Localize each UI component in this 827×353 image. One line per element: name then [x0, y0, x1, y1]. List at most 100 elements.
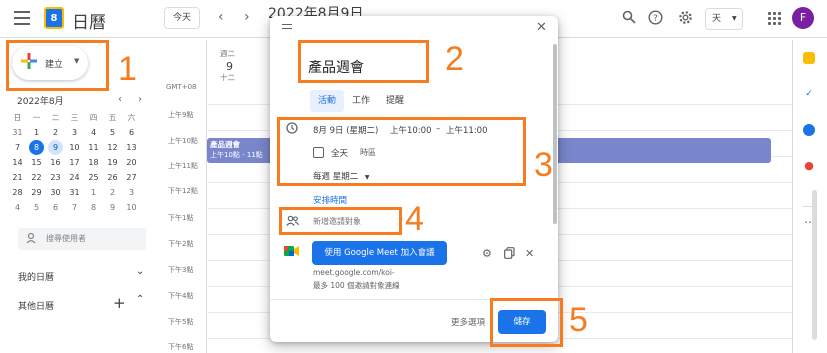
mini-day[interactable]: 2 [46, 125, 65, 140]
help-icon[interactable]: ? [647, 10, 663, 26]
chevron-down-icon[interactable]: ⌄ [136, 266, 144, 277]
mini-next-month-button[interactable]: › [138, 94, 142, 105]
mini-day[interactable]: 26 [103, 170, 122, 185]
mini-day[interactable]: 1 [84, 185, 103, 200]
mini-day[interactable]: 23 [46, 170, 65, 185]
view-selector[interactable]: 天 ▼ [705, 8, 743, 30]
mini-day[interactable]: 11 [84, 140, 103, 155]
main-menu-icon[interactable] [14, 11, 30, 25]
mini-day[interactable]: 5 [27, 200, 46, 215]
meet-link[interactable]: meet.google.com/koi- [313, 268, 395, 277]
mini-day[interactable]: 9 [103, 200, 122, 215]
mini-day[interactable]: 3 [122, 185, 141, 200]
mini-day[interactable]: 5 [103, 125, 122, 140]
google-meet-button[interactable]: 使用 Google Meet 加入會議 [312, 241, 447, 265]
mini-day[interactable]: 24 [65, 170, 84, 185]
mini-day[interactable]: 4 [84, 125, 103, 140]
drag-handle-icon[interactable] [282, 24, 292, 32]
mini-day[interactable]: 14 [8, 155, 27, 170]
calendar-logo-icon: 8 [44, 7, 64, 29]
mini-calendar-month: 2022年8月 [17, 97, 64, 107]
mini-day-today[interactable]: 8 [29, 140, 44, 155]
mini-day[interactable]: 18 [84, 155, 103, 170]
search-people-input[interactable]: 搜尋使用者 [18, 228, 146, 250]
side-panel-rail [792, 40, 827, 353]
mini-prev-month-button[interactable]: ‹ [118, 94, 122, 105]
mini-day[interactable]: 13 [122, 140, 141, 155]
copy-icon[interactable] [504, 247, 515, 262]
mini-day[interactable]: 15 [27, 155, 46, 170]
add-calendar-plus-icon[interactable]: + [113, 294, 126, 312]
mini-day[interactable]: 1 [27, 125, 46, 140]
chevron-up-icon[interactable]: ⌃ [136, 294, 144, 305]
tab-task[interactable]: 工作 [344, 90, 378, 112]
mini-day[interactable]: 27 [122, 170, 141, 185]
mini-day[interactable]: 22 [27, 170, 46, 185]
next-day-button[interactable]: › [244, 9, 250, 25]
mini-day[interactable]: 29 [27, 185, 46, 200]
time-label: 下午4點 [168, 292, 194, 300]
mini-day[interactable]: 20 [122, 155, 141, 170]
mini-day[interactable]: 25 [84, 170, 103, 185]
mini-day[interactable]: 7 [65, 200, 84, 215]
mini-day[interactable]: 30 [46, 185, 65, 200]
search-icon[interactable] [621, 10, 637, 26]
people-icon [26, 228, 38, 259]
meet-capacity-text: 最多 100 個邀請對象連線 [313, 281, 400, 290]
maps-icon[interactable]: ● [803, 160, 815, 172]
mini-day[interactable]: 10 [122, 200, 141, 215]
find-time-link[interactable]: 安排時間 [313, 194, 347, 206]
mini-day[interactable]: 6 [46, 200, 65, 215]
mini-day[interactable]: 21 [8, 170, 27, 185]
mini-day-selected[interactable]: 9 [48, 140, 63, 155]
mini-day[interactable]: 8 [84, 200, 103, 215]
search-people-placeholder: 搜尋使用者 [46, 234, 86, 243]
keep-icon[interactable] [803, 52, 815, 64]
annotation-number-2: 2 [445, 40, 464, 78]
mini-day[interactable]: 6 [122, 125, 141, 140]
google-meet-icon [284, 245, 299, 257]
more-options-button[interactable]: 更多選項 [451, 316, 485, 328]
contacts-icon[interactable] [803, 124, 815, 136]
prev-day-button[interactable]: ‹ [218, 9, 224, 25]
today-button[interactable]: 今天 [164, 7, 200, 29]
annotation-box-4 [279, 207, 402, 235]
scrollbar[interactable] [812, 190, 817, 340]
mini-day[interactable]: 3 [65, 125, 84, 140]
mini-day[interactable]: 7 [8, 140, 27, 155]
mini-day[interactable]: 19 [103, 155, 122, 170]
time-label: 上午9點 [168, 111, 194, 119]
google-apps-icon[interactable] [768, 12, 781, 25]
mini-day[interactable]: 31 [8, 125, 27, 140]
mini-day[interactable]: 2 [103, 185, 122, 200]
annotation-box-3 [277, 117, 526, 186]
mini-day[interactable]: 10 [65, 140, 84, 155]
mini-day[interactable]: 12 [103, 140, 122, 155]
tasks-icon[interactable]: ✓ [803, 88, 815, 100]
mini-day[interactable]: 16 [46, 155, 65, 170]
mini-day[interactable]: 17 [65, 155, 84, 170]
tab-event[interactable]: 活動 [310, 90, 345, 112]
view-selector-label: 天 [712, 14, 722, 24]
other-calendars-heading[interactable]: 其他日曆 [18, 299, 54, 312]
weekday-label: 二 [51, 113, 60, 122]
remove-meet-close-icon[interactable]: ✕ [525, 247, 534, 260]
weekday-label: 一 [32, 113, 41, 122]
tab-reminder[interactable]: 提醒 [378, 90, 412, 112]
time-label: 下午6點 [168, 343, 194, 351]
weekday-label: 六 [127, 113, 136, 122]
annotation-box-1 [6, 40, 109, 91]
time-label: 下午2點 [168, 240, 194, 248]
mini-calendar-grid: 日 一 二 三 四 五 六 31 1 2 3 4 5 6 7 8 9 10 11… [8, 110, 158, 215]
account-avatar[interactable]: F [792, 7, 814, 29]
meet-settings-gear-icon[interactable]: ⚙ [482, 247, 492, 260]
mini-day[interactable]: 4 [8, 200, 27, 215]
close-icon[interactable]: ✕ [536, 20, 547, 35]
mini-day[interactable]: 28 [8, 185, 27, 200]
my-calendars-heading[interactable]: 我的日曆 [18, 270, 54, 283]
dialog-scrollbar[interactable] [553, 44, 557, 224]
app-title: 日曆 [72, 13, 106, 33]
settings-gear-icon[interactable] [677, 10, 693, 26]
annotation-number-1: 1 [118, 50, 137, 88]
mini-day[interactable]: 31 [65, 185, 84, 200]
